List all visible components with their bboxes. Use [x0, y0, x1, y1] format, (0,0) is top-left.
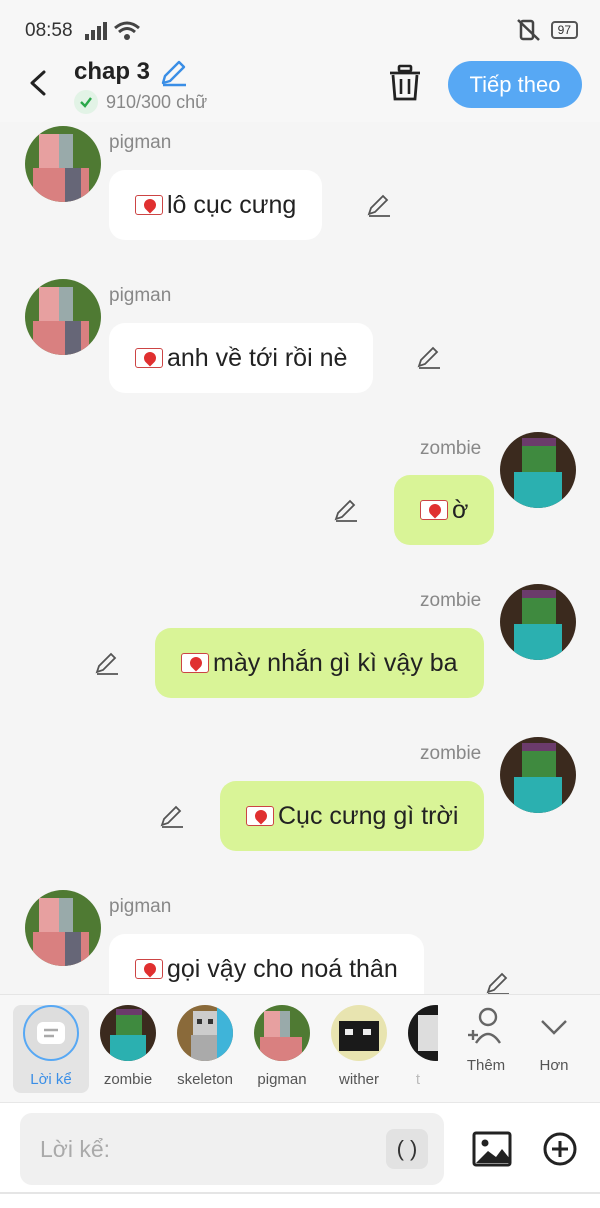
- edit-title-icon[interactable]: [158, 58, 188, 88]
- message-input[interactable]: Lời kể: ( ): [20, 1113, 444, 1185]
- mute-icon: [516, 19, 540, 41]
- edit-message-icon[interactable]: [333, 497, 359, 523]
- message-bubble[interactable]: lô cục cưng: [109, 170, 323, 240]
- character-label: pigman: [257, 1071, 307, 1088]
- character-pigman[interactable]: pigman: [244, 1005, 320, 1093]
- message-text: Cục cưng gì trời: [278, 802, 459, 830]
- status-time: 08:58: [25, 20, 73, 41]
- input-placeholder: Lời kể:: [40, 1136, 111, 1162]
- avatar-zombie: [500, 432, 576, 508]
- character-label: skeleton: [177, 1071, 233, 1088]
- avatar-skeleton: [177, 1005, 233, 1061]
- parentheses-button[interactable]: ( ): [386, 1129, 428, 1169]
- character-label: zombie: [103, 1071, 153, 1088]
- avatar-pigman: [25, 279, 101, 355]
- message-text: gọi vậy cho noá thân: [167, 955, 398, 983]
- avatar-zombie: [500, 584, 576, 660]
- love-letter-icon: [135, 348, 163, 368]
- avatar-partial: [408, 1005, 438, 1061]
- word-count-text: 910/300 chữ: [106, 91, 208, 112]
- avatar-pigman: [254, 1005, 310, 1061]
- character-label: Lời kể: [30, 1071, 72, 1088]
- love-letter-icon: [181, 653, 209, 673]
- add-icon[interactable]: [542, 1131, 578, 1167]
- message-bubble[interactable]: Cục cưng gì trời: [220, 781, 485, 851]
- character-wither[interactable]: wither: [321, 1005, 397, 1093]
- sender-name: zombie: [420, 743, 482, 764]
- trash-icon[interactable]: [388, 64, 422, 102]
- love-letter-icon: [135, 959, 163, 979]
- message-text: mày nhắn gì kì vậy ba: [213, 649, 458, 677]
- message-text: ờ: [452, 496, 469, 524]
- avatar-wither: [331, 1005, 387, 1061]
- message-bubble[interactable]: gọi vậy cho noá thân: [109, 934, 424, 994]
- status-bar: 08:58 97: [0, 0, 600, 58]
- signal-wifi-icon: [85, 21, 140, 40]
- chat-area[interactable]: pigman lô cục cưng pigman anh về tới rồi…: [0, 122, 600, 994]
- message-bubble[interactable]: anh về tới rồi nè: [109, 323, 374, 393]
- more-label: Hơn: [539, 1057, 569, 1074]
- next-button[interactable]: Tiếp theo: [448, 61, 582, 108]
- sender-name: pigman: [109, 132, 172, 153]
- sender-name: pigman: [109, 285, 172, 306]
- love-letter-icon: [420, 500, 448, 520]
- message-bubble[interactable]: mày nhắn gì kì vậy ba: [155, 628, 484, 698]
- editor-header: chap 3 910/300 chữ Tiếp theo: [0, 58, 600, 122]
- chevron-down-icon: [541, 1020, 567, 1035]
- add-user-icon: [468, 1007, 501, 1044]
- check-icon: [74, 90, 98, 114]
- battery-icon: 97: [550, 21, 578, 39]
- add-label: Thêm: [466, 1057, 506, 1074]
- message-bubble[interactable]: ờ: [394, 475, 495, 545]
- character-zombie[interactable]: zombie: [90, 1005, 166, 1093]
- character-partial[interactable]: t: [398, 1005, 438, 1093]
- edit-message-icon[interactable]: [366, 192, 392, 218]
- character-label: wither: [338, 1071, 379, 1088]
- character-narrator[interactable]: Lời kể: [13, 1005, 89, 1093]
- sender-name: zombie: [420, 438, 482, 459]
- back-arrow-icon[interactable]: [24, 68, 54, 98]
- love-letter-icon: [135, 195, 163, 215]
- avatar-pigman: [25, 890, 101, 966]
- message-text: lô cục cưng: [167, 191, 297, 219]
- character-selector: Lời kể zombie skeleton pigman wither t T…: [0, 994, 600, 1102]
- edit-message-icon[interactable]: [159, 803, 185, 829]
- character-label: t: [415, 1071, 421, 1088]
- avatar-zombie: [500, 737, 576, 813]
- message-text: anh về tới rồi nè: [167, 344, 348, 372]
- edit-message-icon[interactable]: [416, 344, 442, 370]
- sender-name: zombie: [420, 590, 482, 611]
- bottom-divider: [0, 1192, 600, 1194]
- more-button[interactable]: Hơn: [516, 1005, 592, 1093]
- chapter-title: chap 3: [74, 58, 151, 85]
- add-character-button[interactable]: Thêm: [448, 1005, 524, 1093]
- edit-message-icon[interactable]: [94, 650, 120, 676]
- avatar-zombie: [100, 1005, 156, 1061]
- edit-message-icon[interactable]: [485, 970, 511, 994]
- love-letter-icon: [246, 806, 274, 826]
- character-skeleton[interactable]: skeleton: [167, 1005, 243, 1093]
- avatar-pigman: [25, 126, 101, 202]
- sender-name: pigman: [109, 896, 172, 917]
- image-icon[interactable]: [472, 1131, 512, 1167]
- narrator-icon: [23, 1005, 79, 1061]
- word-count: 910/300 chữ: [74, 90, 207, 114]
